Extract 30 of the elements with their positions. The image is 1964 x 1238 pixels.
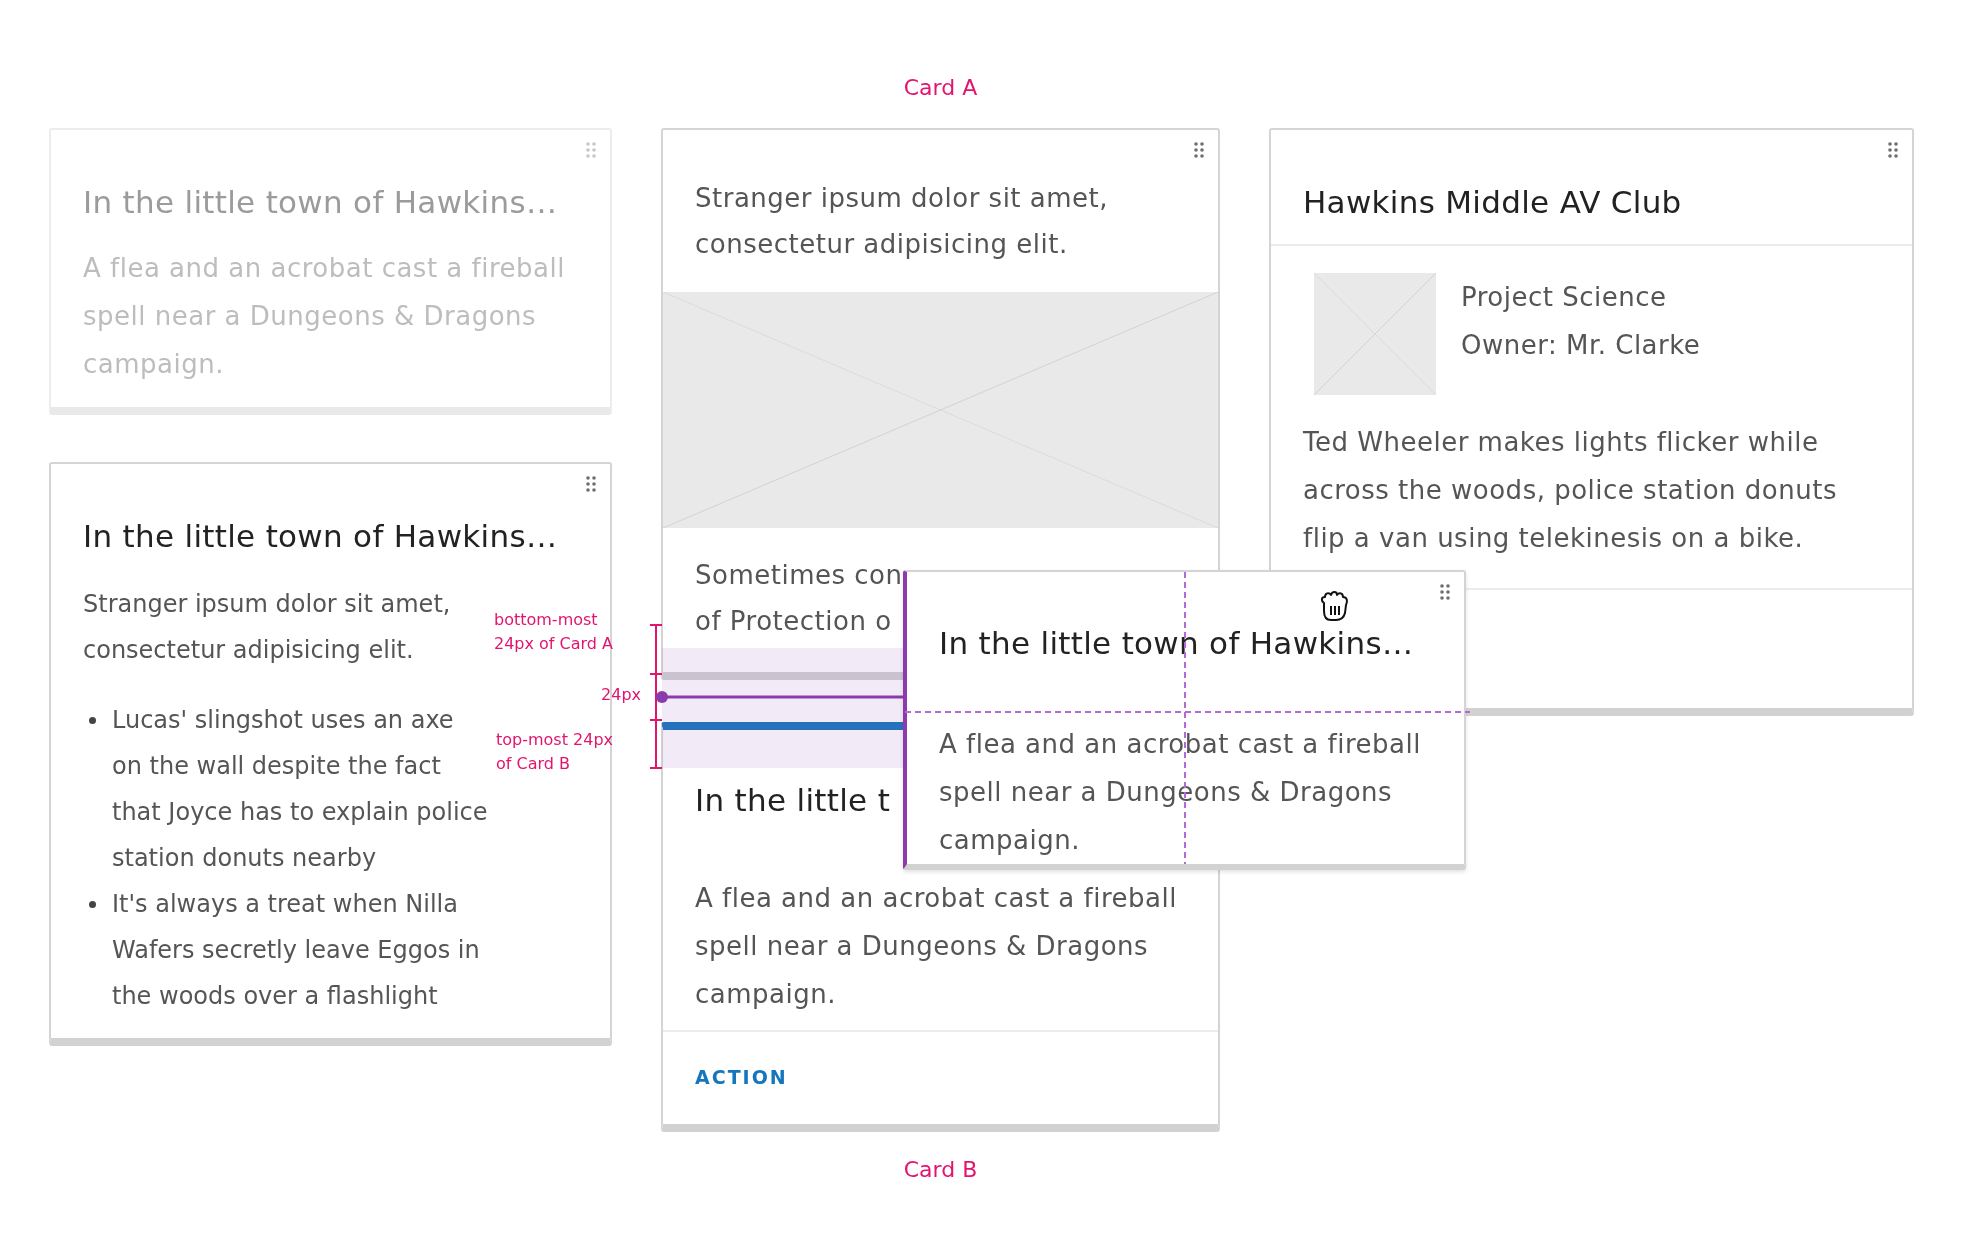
- drag-handle-icon[interactable]: [586, 142, 596, 158]
- card-text: Stranger ipsum dolor sit amet, consectetur adipisicing elit.: [83, 589, 452, 666]
- card-title: In the little t: [695, 781, 891, 820]
- drag-handle-icon[interactable]: [1194, 142, 1204, 158]
- drag-handle-icon[interactable]: [1888, 142, 1898, 158]
- card-text: A flea and an acrobat cast a fireball spell near a Dungeons & Dragons campaign.: [83, 252, 566, 381]
- drag-handle-icon[interactable]: [1440, 584, 1450, 600]
- item-title: Project Science: [1461, 281, 1668, 314]
- action-link[interactable]: ACTION: [695, 1066, 788, 1088]
- list-item-text: Lucas' slingshot uses an axe on the wall despite the fact that Joyce has to explain police station donuts nearby: [112, 705, 488, 874]
- card-title: In the little town of Hawkins…: [939, 624, 1414, 663]
- annotation-label: bottom-most 24px of Card A: [494, 609, 615, 655]
- bullet-icon: [89, 717, 96, 724]
- card-label: Card A: [902, 74, 979, 102]
- drag-handle-icon[interactable]: [586, 476, 596, 492]
- card-text: Sometimes con: [695, 559, 903, 592]
- card-text: Stranger ipsum dolor sit amet, consectetur adipisicing elit.: [695, 182, 1110, 261]
- card-label: Card B: [902, 1156, 979, 1184]
- card-title: Hawkins Middle AV Club: [1303, 183, 1682, 222]
- annotation-label: top-most 24px of Card B: [496, 729, 615, 775]
- card-text: A flea and an acrobat cast a fireball spell near a Dungeons & Dragons campaign.: [695, 882, 1178, 1011]
- card-text: Ted Wheeler makes lights flicker while across the woods, police station donuts flip a van using telekinesis on a bike.: [1303, 426, 1838, 555]
- annotation-label: 24px: [600, 684, 641, 706]
- list-item-text: It's always a treat when Nilla Wafers secretly leave Eggos in the woods over a flashlight: [112, 889, 481, 1012]
- item-subtitle: Owner: Mr. Clarke: [1461, 329, 1701, 362]
- bullet-icon: [89, 901, 96, 908]
- card-title: In the little town of Hawkins…: [83, 517, 558, 556]
- card-title: In the little town of Hawkins…: [83, 183, 558, 222]
- card-text: of Protection o: [695, 605, 892, 638]
- card-text: A flea and an acrobat cast a fireball spell near a Dungeons & Dragons campaign.: [939, 728, 1422, 857]
